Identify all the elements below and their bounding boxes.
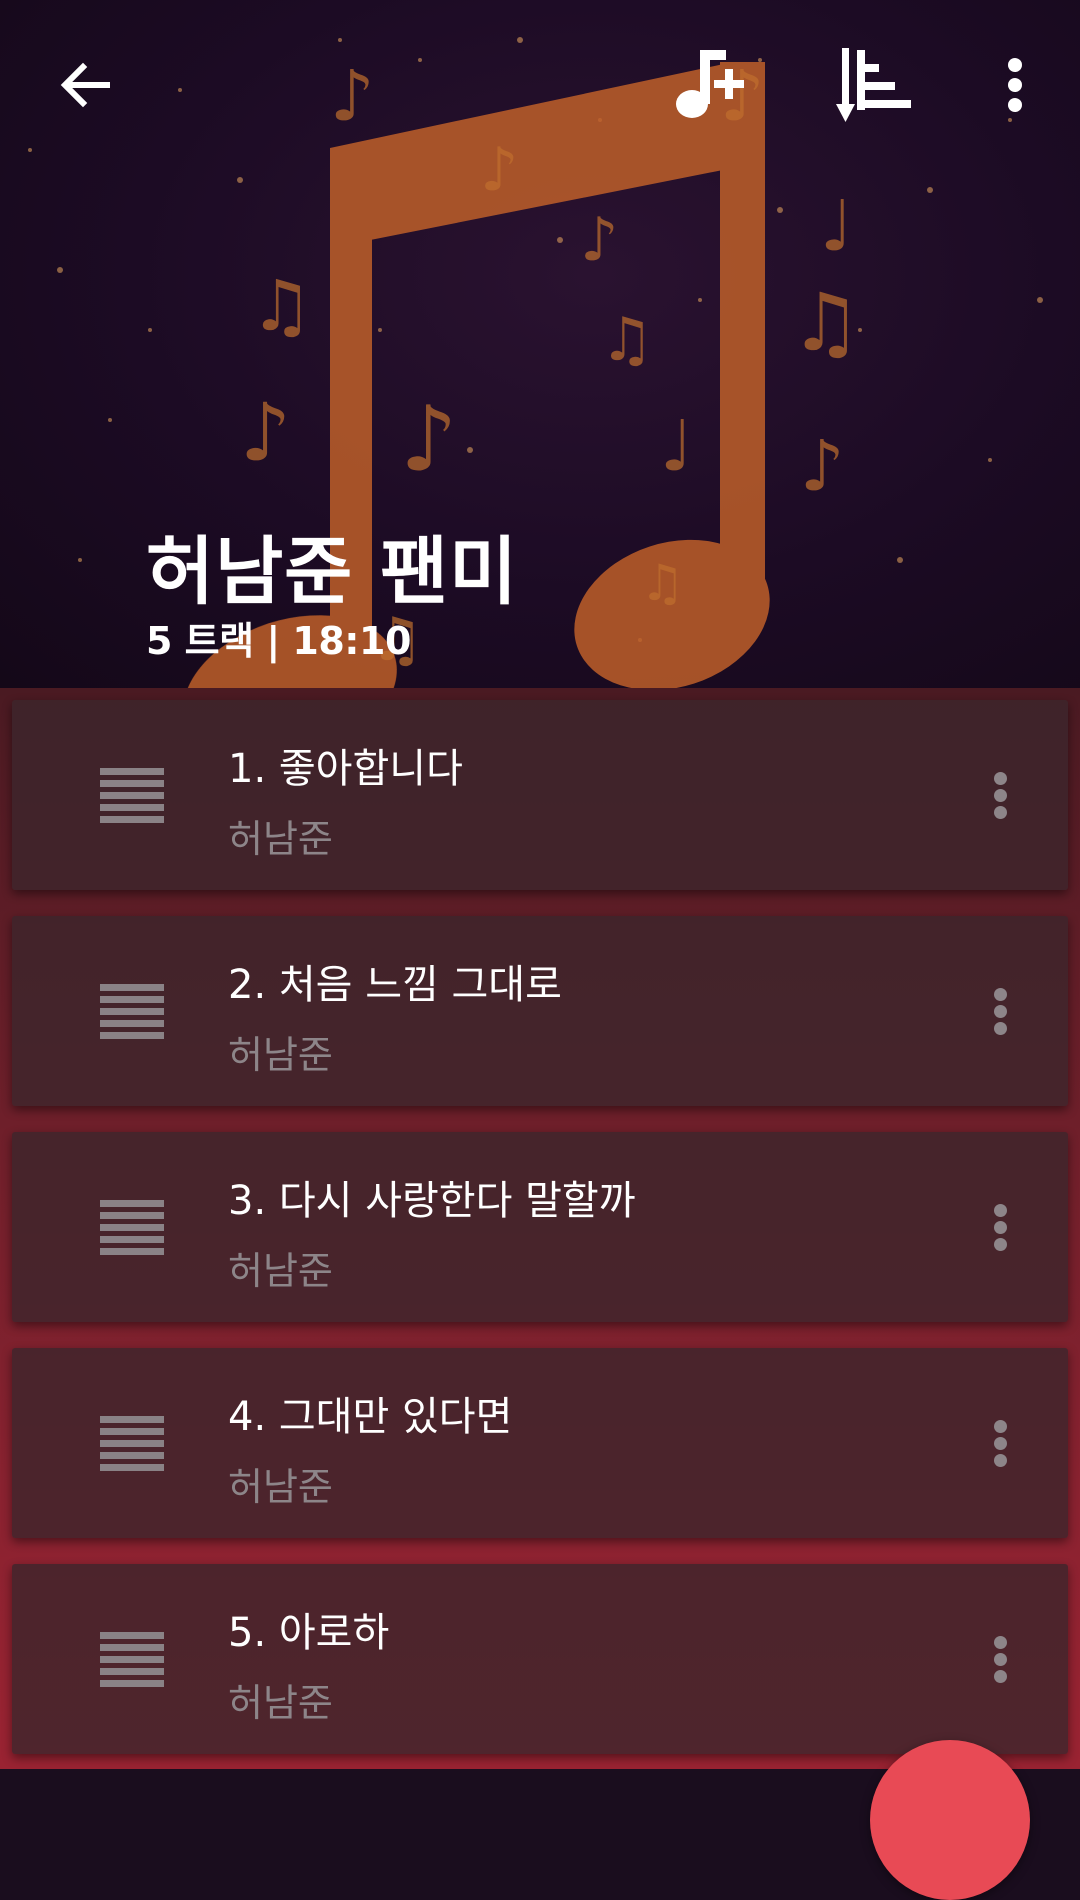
track-row[interactable]: 2. 처음 느낌 그대로 허남준 xyxy=(12,916,1068,1106)
track-artist: 허남준 xyxy=(228,1465,333,1509)
drag-handle-icon[interactable] xyxy=(100,1200,168,1256)
svg-text:♪: ♪ xyxy=(330,55,375,137)
track-title: 5. 아로하 xyxy=(228,1610,390,1656)
drag-handle-icon[interactable] xyxy=(100,1632,168,1688)
more-vertical-icon xyxy=(1008,58,1022,112)
track-title: 3. 다시 사랑한다 말할까 xyxy=(228,1178,636,1224)
track-artist: 허남준 xyxy=(228,1249,333,1293)
svg-text:♪: ♪ xyxy=(240,386,291,479)
track-title: 4. 그대만 있다면 xyxy=(228,1394,513,1440)
svg-text:♪: ♪ xyxy=(400,387,457,492)
track-more-button[interactable] xyxy=(972,1408,1028,1478)
floating-action-button[interactable] xyxy=(870,1740,1030,1900)
svg-text:♫: ♫ xyxy=(640,554,685,612)
sort-button[interactable] xyxy=(830,40,920,130)
track-artist: 허남준 xyxy=(228,1033,333,1077)
playlist-meta: 5 트랙 | 18:10 xyxy=(146,619,411,663)
track-more-button[interactable] xyxy=(972,1624,1028,1694)
track-more-button[interactable] xyxy=(972,976,1028,1046)
track-title: 2. 처음 느낌 그대로 xyxy=(228,962,562,1008)
back-button[interactable] xyxy=(40,40,130,130)
track-row[interactable]: 5. 아로하 허남준 xyxy=(12,1564,1068,1754)
playlist-header: ♫ ♪ ♪ ♪ ♩ ♫ ♪ ♪ ♪ ♫ ♫ ♫ ♩ ♪ 허남준 팬미 5 트랙 … xyxy=(0,0,1080,688)
drag-handle-icon[interactable] xyxy=(100,1416,168,1472)
drag-handle-icon[interactable] xyxy=(100,984,168,1040)
svg-text:♫: ♫ xyxy=(250,265,313,347)
playlist-title: 허남준 팬미 xyxy=(146,529,519,615)
svg-text:♪: ♪ xyxy=(800,425,845,507)
svg-text:♪: ♪ xyxy=(580,205,618,275)
svg-text:♩: ♩ xyxy=(820,185,853,267)
arrow-left-icon xyxy=(60,62,110,108)
track-artist: 허남준 xyxy=(228,1681,333,1725)
svg-text:♪: ♪ xyxy=(480,135,518,205)
drag-handle-icon[interactable] xyxy=(100,768,168,824)
track-more-button[interactable] xyxy=(972,1192,1028,1262)
svg-text:♫: ♫ xyxy=(600,305,654,375)
track-row[interactable]: 3. 다시 사랑한다 말할까 허남준 xyxy=(12,1132,1068,1322)
sort-icon xyxy=(836,48,911,122)
track-row[interactable]: 1. 좋아합니다 허남준 xyxy=(12,700,1068,890)
track-title: 1. 좋아합니다 xyxy=(228,746,463,792)
music-note-plus-icon xyxy=(676,50,744,118)
svg-text:♩: ♩ xyxy=(660,405,693,487)
track-row[interactable]: 4. 그대만 있다면 허남준 xyxy=(12,1348,1068,1538)
track-artist: 허남준 xyxy=(228,817,333,861)
track-more-button[interactable] xyxy=(972,760,1028,830)
more-options-button[interactable] xyxy=(970,40,1060,130)
svg-text:♫: ♫ xyxy=(790,276,862,369)
add-track-button[interactable] xyxy=(660,38,750,128)
